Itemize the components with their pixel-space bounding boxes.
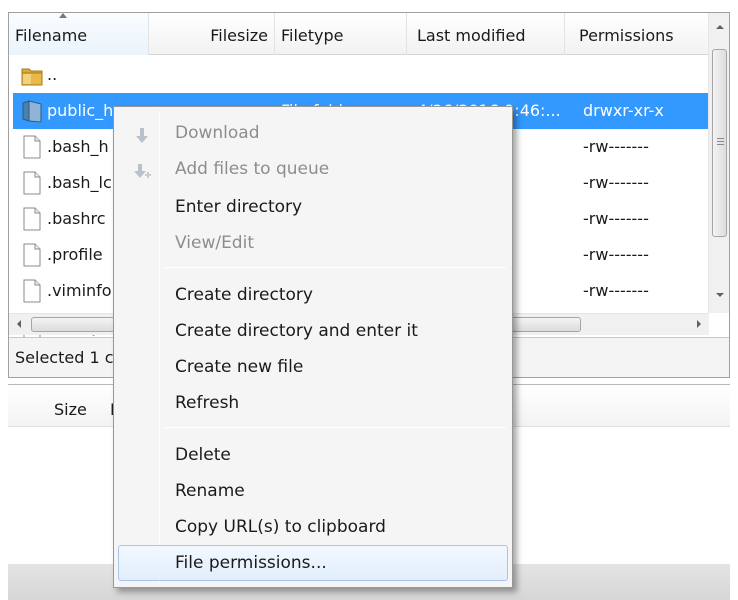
menu-separator — [164, 427, 506, 428]
menu-item-label: Create new file — [175, 357, 304, 377]
file-permissions: drwxr-xr-x — [583, 101, 664, 120]
folder-icon — [21, 98, 43, 124]
scroll-up-icon[interactable] — [712, 17, 727, 37]
menu-separator — [164, 267, 506, 268]
scroll-down-icon[interactable] — [712, 285, 727, 305]
menu-item-refresh[interactable]: Refresh — [118, 385, 508, 421]
file-type — [281, 57, 405, 93]
menu-item-label: Create directory and enter it — [175, 321, 418, 341]
column-header-filetype[interactable]: Filetype — [275, 13, 407, 55]
menu-item-label: Rename — [175, 481, 245, 501]
context-menu: Download Add files to queue Enter director… — [113, 106, 513, 588]
queue-column-size[interactable]: Size — [54, 385, 87, 435]
menu-item-copy-url-s-to-clipboard[interactable]: Copy URL(s) to clipboard — [118, 509, 508, 545]
file-last-modified — [417, 57, 569, 93]
column-header-permissions[interactable]: Permissions — [565, 13, 709, 55]
file-icon — [21, 242, 43, 268]
menu-item-create-new-file[interactable]: Create new file — [118, 349, 508, 385]
column-header-filesize[interactable]: Filesize — [149, 13, 275, 55]
menu-item-label: Delete — [175, 445, 231, 465]
download-icon — [132, 123, 152, 143]
menu-item-enter-directory[interactable]: Enter directory — [118, 189, 508, 225]
file-icon — [21, 278, 43, 304]
file-icon — [21, 170, 43, 196]
menu-item-rename[interactable]: Rename — [118, 473, 508, 509]
sort-ascending-icon — [59, 13, 67, 18]
file-icon — [21, 134, 43, 160]
file-row[interactable]: .. — [13, 57, 709, 93]
file-permissions — [583, 57, 705, 93]
file-list-header: Filename Filesize Filetype Last modified… — [9, 13, 709, 55]
menu-item-add-files-to-queue[interactable]: Add files to queue — [118, 151, 508, 187]
file-permissions: -rw------- — [583, 209, 649, 228]
menu-item-download[interactable]: Download — [118, 115, 508, 151]
column-header-filename[interactable]: Filename — [9, 13, 149, 55]
column-header-last-modified[interactable]: Last modified — [407, 13, 565, 55]
vertical-scroll-thumb[interactable] — [712, 49, 727, 237]
menu-item-label: File permissions... — [175, 553, 327, 573]
file-icon — [21, 206, 43, 232]
menu-item-label: Create directory — [175, 285, 313, 305]
menu-item-label: Copy URL(s) to clipboard — [175, 517, 386, 537]
folder-up-icon — [21, 62, 43, 88]
vertical-scrollbar[interactable] — [708, 13, 729, 313]
scroll-right-icon[interactable] — [697, 320, 701, 328]
menu-item-label: Refresh — [175, 393, 240, 413]
add-to-queue-icon — [132, 159, 152, 179]
file-permissions: -rw------- — [583, 137, 649, 156]
menu-item-delete[interactable]: Delete — [118, 437, 508, 473]
menu-item-label: Download — [175, 123, 260, 143]
menu-item-create-directory-and-enter-it[interactable]: Create directory and enter it — [118, 313, 508, 349]
file-permissions: -rw------- — [583, 245, 649, 264]
menu-item-view-edit[interactable]: View/Edit — [118, 225, 508, 261]
menu-item-label: Enter directory — [175, 197, 303, 217]
scroll-left-icon[interactable] — [17, 320, 21, 328]
menu-item-label: View/Edit — [175, 233, 254, 253]
menu-item-label: Add files to queue — [175, 159, 330, 179]
menu-item-file-permissions[interactable]: File permissions... — [118, 545, 508, 581]
menu-item-create-directory[interactable]: Create directory — [118, 277, 508, 313]
file-permissions: -rw------- — [583, 173, 649, 192]
file-permissions: -rw------- — [583, 281, 649, 300]
file-size — [213, 57, 271, 93]
